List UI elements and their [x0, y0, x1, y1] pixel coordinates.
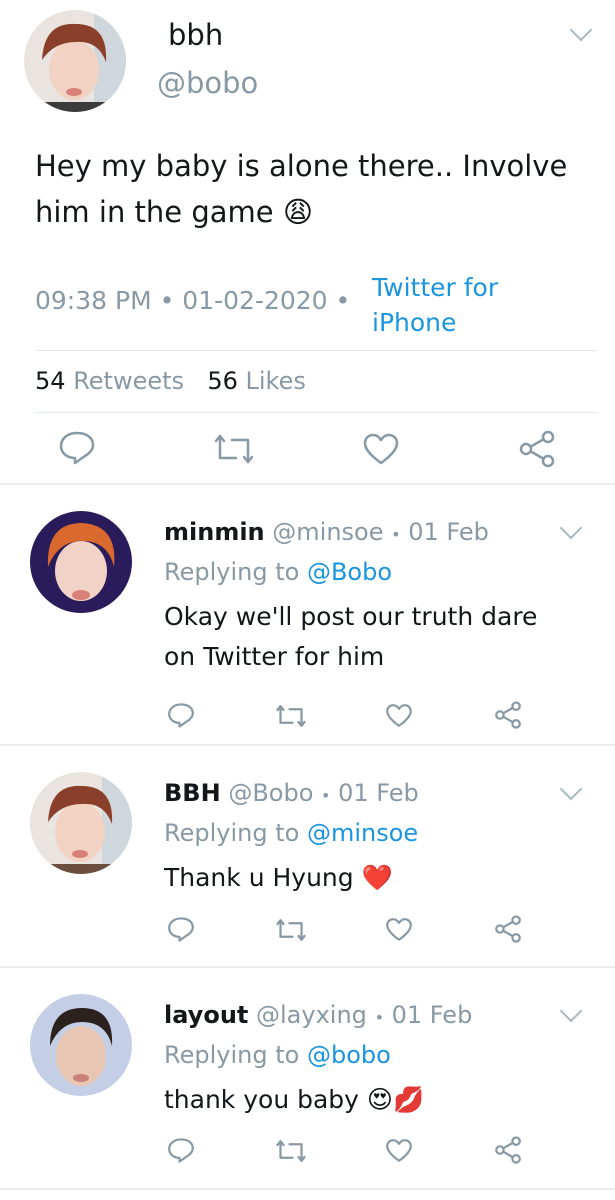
replying-to-label: Replying to	[164, 819, 300, 847]
reply-icon[interactable]	[167, 702, 195, 729]
replying-to: Replying to @bobo	[164, 1041, 391, 1069]
separator: •	[159, 286, 175, 315]
retweet-icon[interactable]	[276, 703, 306, 729]
divider	[0, 483, 615, 485]
divider	[0, 744, 615, 746]
author-display-name: bbh	[168, 18, 224, 52]
reply-header: BBH @Bobo • 01 Feb	[164, 779, 419, 807]
retweet-icon[interactable]	[276, 1138, 306, 1164]
reply-icon[interactable]	[167, 1137, 195, 1164]
like-icon[interactable]	[385, 703, 413, 728]
reply-handle: @layxing	[256, 1001, 367, 1029]
divider	[36, 412, 598, 413]
engagement-stats: 54 Retweets 56 Likes	[35, 367, 306, 395]
retweets-stat[interactable]: 54 Retweets	[35, 367, 192, 395]
replying-to-handle[interactable]: @minsoe	[307, 819, 418, 847]
share-icon[interactable]	[494, 915, 522, 943]
avatar[interactable]	[30, 994, 132, 1096]
likes-label: Likes	[245, 367, 306, 395]
likes-count: 56	[207, 367, 238, 395]
like-icon[interactable]	[385, 917, 413, 942]
reply-header: minmin @minsoe • 01 Feb	[164, 518, 489, 546]
separator: •	[391, 525, 401, 544]
reply-icon[interactable]	[167, 916, 195, 943]
replying-to-label: Replying to	[164, 558, 300, 586]
tweet-timestamp: 09:38 PM • 01-02-2020 •	[35, 286, 350, 315]
reply-display-name[interactable]: BBH	[164, 779, 221, 807]
replying-to-handle[interactable]: @bobo	[307, 1041, 391, 1069]
like-icon[interactable]	[362, 432, 400, 466]
avatar[interactable]	[30, 772, 132, 874]
avatar[interactable]	[24, 10, 126, 112]
chevron-down-icon[interactable]	[559, 999, 583, 1023]
tweet-date: 01-02-2020	[182, 286, 328, 315]
replying-to: Replying to @Bobo	[164, 558, 392, 586]
retweet-icon[interactable]	[276, 917, 306, 943]
like-icon[interactable]	[385, 1138, 413, 1163]
reply-text: Thank u Hyung ❤️	[164, 858, 393, 898]
share-icon[interactable]	[494, 701, 522, 729]
avatar[interactable]	[30, 511, 132, 613]
retweet-icon[interactable]	[214, 432, 254, 466]
reply-header: layout @layxing • 01 Feb	[164, 1001, 472, 1029]
reply-date: 01 Feb	[338, 779, 419, 807]
separator: •	[321, 786, 331, 805]
chevron-down-icon[interactable]	[559, 516, 583, 540]
share-icon[interactable]	[494, 1136, 522, 1164]
divider	[0, 966, 615, 968]
likes-stat[interactable]: 56 Likes	[207, 367, 306, 395]
separator: •	[374, 1008, 384, 1027]
divider	[0, 1188, 615, 1190]
reply-display-name[interactable]: minmin	[164, 518, 265, 546]
author-handle: @bobo	[157, 66, 259, 100]
reply-handle: @minsoe	[272, 518, 384, 546]
reply-date: 01 Feb	[408, 518, 489, 546]
tweet-source-link[interactable]: Twitter for iPhone	[372, 270, 498, 340]
chevron-down-icon[interactable]	[569, 18, 593, 42]
tweet-source-line1: Twitter for	[372, 273, 499, 302]
tweet-text: Hey my baby is alone there.. Involve him…	[35, 149, 568, 229]
tweet-time: 09:38 PM	[35, 286, 152, 315]
reply-date: 01 Feb	[391, 1001, 473, 1029]
reply-text: thank you baby 😍💋	[164, 1080, 424, 1120]
reply-text-line: Okay we'll post our truth dare	[164, 602, 538, 631]
share-icon[interactable]	[518, 430, 556, 468]
separator: •	[335, 286, 351, 315]
reply-text-line: on Twitter for him	[164, 642, 385, 671]
reply-text-line: thank you baby 😍💋	[164, 1085, 425, 1114]
tweet-source-line2: iPhone	[372, 308, 457, 337]
replying-to-handle[interactable]: @Bobo	[307, 558, 392, 586]
reply-handle: @Bobo	[228, 779, 314, 807]
replying-to: Replying to @minsoe	[164, 819, 418, 847]
divider	[36, 350, 598, 351]
reply-text-line: Thank u Hyung ❤️	[164, 863, 393, 892]
retweets-label: Retweets	[73, 367, 185, 395]
chevron-down-icon[interactable]	[559, 777, 583, 801]
reply-icon[interactable]	[58, 430, 96, 466]
retweets-count: 54	[35, 367, 66, 395]
reply-display-name[interactable]: layout	[164, 1001, 248, 1029]
replying-to-label: Replying to	[164, 1041, 300, 1069]
reply-text: Okay we'll post our truth dare on Twitte…	[164, 597, 537, 677]
